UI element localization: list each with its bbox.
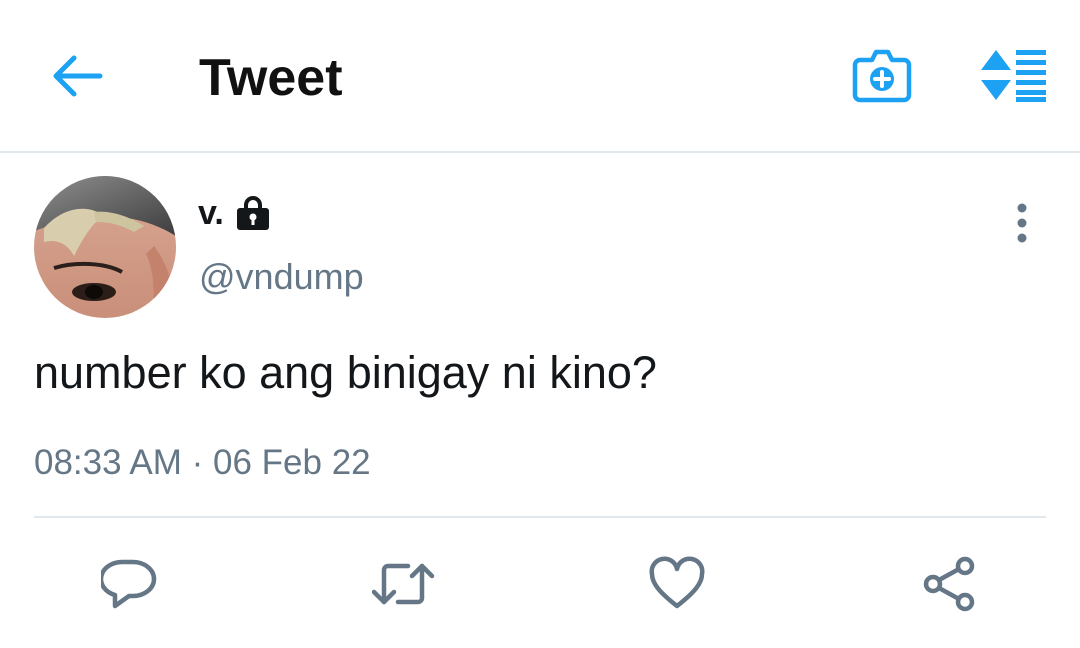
retweet-icon (372, 563, 435, 605)
tweet-time: 08:33 AM (34, 443, 182, 482)
tweet-timestamp: 08:33 AM · 06 Feb 22 (34, 440, 371, 486)
arrow-left-icon (53, 55, 103, 97)
avatar[interactable] (34, 176, 176, 318)
tweet-detail-screen: Tweet v. @vndump number ko ang binigay n… (0, 0, 1080, 648)
avatar-image (34, 176, 176, 318)
user-handle[interactable]: @vndump (199, 255, 364, 299)
share-button[interactable] (921, 556, 977, 612)
share-icon (923, 556, 975, 612)
app-bar: Tweet (0, 0, 1080, 153)
back-button[interactable] (50, 53, 104, 99)
like-button[interactable] (649, 556, 705, 612)
camera-plus-icon (852, 49, 912, 103)
retweet-button[interactable] (372, 556, 435, 612)
more-options-button[interactable] (1008, 200, 1036, 246)
sort-button[interactable] (978, 48, 1048, 102)
camera-button[interactable] (852, 46, 912, 104)
lock-icon (236, 196, 269, 230)
sort-list-icon (981, 50, 1046, 102)
reply-icon (101, 559, 157, 609)
tweet-text: number ko ang binigay ni kino? (34, 347, 657, 398)
reply-button[interactable] (101, 556, 157, 612)
page-title: Tweet (199, 49, 343, 107)
divider (34, 516, 1046, 518)
more-vertical-icon (1017, 203, 1027, 243)
heart-icon (649, 556, 705, 609)
tweet-date: 06 Feb 22 (213, 443, 371, 482)
author-row: v. (198, 193, 270, 233)
display-name[interactable]: v. (198, 193, 224, 233)
meta-separator: · (191, 443, 204, 482)
